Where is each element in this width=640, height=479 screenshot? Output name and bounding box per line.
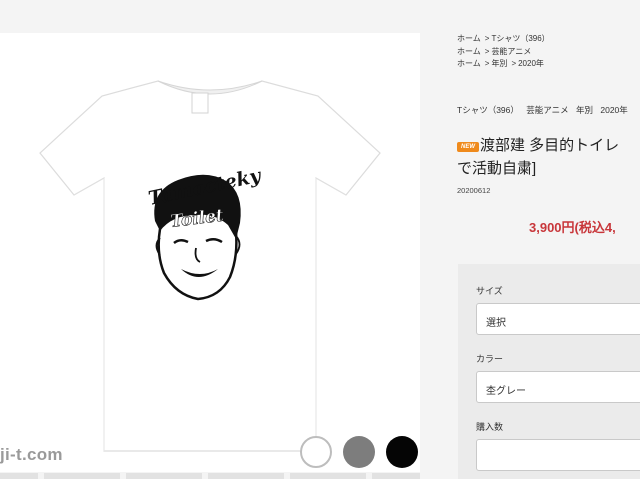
breadcrumb-row: ホーム > 年別 >2020年: [457, 59, 544, 68]
neck-tag: [191, 92, 209, 114]
breadcrumb-link[interactable]: Tシャツ（396）: [491, 34, 549, 43]
product-code: 20200612: [457, 186, 491, 195]
category-tag[interactable]: 芸能アニメ: [526, 105, 568, 115]
color-swatch-gray[interactable]: [343, 436, 375, 468]
product-title: NEW 渡部建 多目的トイレ で活動自粛]: [457, 134, 640, 180]
thumbnail-strip: [0, 472, 420, 479]
thumbnail[interactable]: [208, 473, 284, 479]
product-price: 3,900円(税込4,: [529, 220, 616, 235]
quantity-label: 購入数: [476, 422, 504, 432]
product-image: Tamocteky Toilet ji-t.com: [0, 33, 420, 473]
quantity-input[interactable]: [476, 439, 640, 471]
breadcrumb-link[interactable]: 芸能アニメ: [491, 47, 531, 56]
thumbnail[interactable]: [290, 473, 366, 479]
color-label: カラー: [476, 354, 504, 364]
product-title-line2: で活動自粛]: [457, 160, 537, 177]
thumbnail[interactable]: [372, 473, 420, 479]
watermark: ji-t.com: [0, 445, 63, 464]
color-select[interactable]: 杢グレー: [476, 371, 640, 403]
breadcrumb-row: ホーム > Tシャツ（396）: [457, 34, 550, 43]
category-tags: Tシャツ（396） 芸能アニメ 年別 2020年: [457, 104, 633, 116]
tshirt-image: Tamocteky Toilet: [39, 80, 381, 452]
thumbnail[interactable]: [0, 473, 38, 479]
breadcrumb-row: ホーム > 芸能アニメ: [457, 46, 532, 56]
category-tag[interactable]: 2020年: [600, 105, 627, 115]
product-title-line1: 渡部建 多目的トイレ: [480, 137, 620, 154]
color-swatch-black[interactable]: [386, 436, 418, 468]
breadcrumb: ホーム > Tシャツ（396） ホーム > 芸能アニメ ホーム > 年別 >2020年: [457, 33, 550, 71]
shirt-body: [39, 80, 381, 452]
category-tag[interactable]: Tシャツ（396）: [457, 105, 519, 115]
breadcrumb-link-home[interactable]: ホーム: [457, 34, 481, 43]
thumbnail[interactable]: [126, 473, 202, 479]
size-label: サイズ: [476, 286, 503, 296]
color-swatch-white[interactable]: [300, 436, 332, 468]
breadcrumb-link[interactable]: 2020年: [518, 59, 544, 68]
breadcrumb-link-home[interactable]: ホーム: [457, 47, 481, 56]
breadcrumb-link[interactable]: 年別: [491, 59, 507, 68]
size-select[interactable]: 選択: [476, 303, 640, 335]
breadcrumb-link-home[interactable]: ホーム: [457, 59, 481, 68]
thumbnail[interactable]: [44, 473, 120, 479]
category-tag[interactable]: 年別: [576, 105, 593, 115]
new-badge: NEW: [457, 142, 479, 152]
